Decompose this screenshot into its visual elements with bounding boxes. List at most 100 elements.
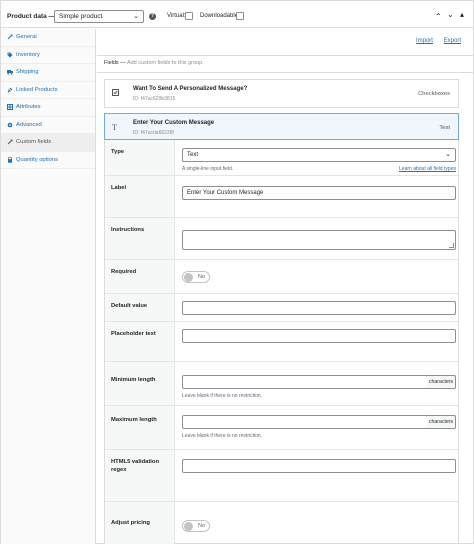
chevron-down-icon: ⌄ <box>133 13 139 20</box>
virtual-label: Virtual: <box>167 13 186 19</box>
type-help: A single-line input field. <box>182 166 234 172</box>
sidebar-item-label: Quantity options <box>16 156 58 163</box>
setting-row-label: Label Enter Your Custom Message <box>105 176 458 218</box>
truck-icon <box>7 69 13 75</box>
sidebar-item-label: Linked Products <box>16 86 58 93</box>
toggle-knob <box>184 273 193 282</box>
default-value-input[interactable] <box>182 301 456 315</box>
required-toggle-label: No <box>198 274 206 280</box>
tag-icon <box>7 52 13 58</box>
maximum-length-help: Leave blank if there is no restriction. <box>182 433 263 439</box>
field-settings: Type Text ⌄ A single-line input field. L… <box>104 140 459 544</box>
type-select[interactable]: Text ⌄ <box>182 148 456 162</box>
instructions-textarea[interactable] <box>182 230 456 250</box>
field-card-type: Text <box>439 125 450 131</box>
virtual-checkbox[interactable] <box>185 12 193 20</box>
minimum-length-help: Leave blank if there is no restriction. <box>182 393 263 399</box>
field-card-title: Want To Send A Personalized Message? <box>133 86 248 92</box>
custom-fields-panel: Import Export Fields — Add custom fields… <box>97 29 473 544</box>
link-icon <box>7 87 13 93</box>
placeholder-label: Placeholder text <box>105 322 175 361</box>
minimum-length-input[interactable] <box>182 375 428 389</box>
type-label: Type <box>105 140 175 175</box>
fields-label: Fields — <box>104 60 126 66</box>
required-toggle[interactable]: No <box>182 271 210 283</box>
setting-row-instructions: Instructions <box>105 218 458 260</box>
gear-icon <box>7 122 13 128</box>
validation-regex-label: HTML5 validation regex <box>105 450 175 501</box>
adjust-pricing-toggle[interactable]: No <box>182 520 210 532</box>
sidebar-item-custom-fields[interactable]: Custom fields <box>1 134 95 152</box>
adjust-pricing-label: Adjust pricing <box>105 502 175 544</box>
checkbox-icon <box>112 89 119 98</box>
downloadable-label: Downloadable: <box>200 13 240 19</box>
sidebar-item-inventory[interactable]: Inventory <box>1 47 95 64</box>
product-data-header: Product data — Simple product ⌄ ? Virtua… <box>1 5 473 28</box>
sidebar-item-advanced[interactable]: Advanced <box>1 117 95 134</box>
setting-row-maximum-length: Maximum length characters Leave blank if… <box>105 406 458 450</box>
sidebar-item-label: Advanced <box>16 121 42 128</box>
placeholder-input[interactable] <box>182 329 456 343</box>
fields-header: Fields — Add custom fields to this group… <box>97 55 473 73</box>
collapse-icon[interactable]: ▴ <box>460 10 464 19</box>
move-up-icon[interactable]: ⌃ <box>435 12 442 21</box>
fields-hint: Add custom fields to this group. <box>126 60 204 66</box>
sidebar-item-linked-products[interactable]: Linked Products <box>1 82 95 99</box>
maximum-length-label: Maximum length <box>105 406 175 449</box>
table-icon <box>7 104 13 111</box>
adjust-pricing-toggle-label: No <box>198 523 206 529</box>
field-types-link[interactable]: Learn about all field types <box>399 166 456 172</box>
label-input[interactable]: Enter Your Custom Message <box>182 186 456 200</box>
sidebar-item-quantity-options[interactable]: Quantity options <box>1 152 95 169</box>
product-type-select[interactable]: Simple product ⌄ <box>54 10 144 23</box>
default-value-label: Default value <box>105 294 175 321</box>
required-label: Required <box>105 260 175 293</box>
sidebar-item-label: Inventory <box>16 51 40 58</box>
sidebar-item-label: General <box>16 34 37 41</box>
help-icon[interactable]: ? <box>149 13 156 20</box>
product-data-panel: Product data — Simple product ⌄ ? Virtua… <box>0 0 474 544</box>
instructions-label: Instructions <box>105 218 175 259</box>
validation-regex-input[interactable] <box>182 459 456 473</box>
sidebar-item-shipping[interactable]: Shipping <box>1 64 95 82</box>
setting-row-validation-regex: HTML5 validation regex <box>105 450 458 502</box>
field-card-personalized-message[interactable]: Want To Send A Personalized Message? ID:… <box>104 79 459 108</box>
downloadable-checkbox[interactable] <box>236 12 244 20</box>
setting-row-minimum-length: Minimum length characters Leave blank if… <box>105 362 458 406</box>
calculator-icon <box>7 157 13 163</box>
field-card-custom-message[interactable]: T Enter Your Custom Message ID: f47acda6… <box>104 113 459 140</box>
setting-row-type: Type Text ⌄ A single-line input field. L… <box>105 140 458 176</box>
field-card-id: ID: f47acda66238f <box>133 130 174 136</box>
move-down-icon[interactable]: ⌄ <box>447 10 454 19</box>
export-link[interactable]: Export <box>444 38 461 44</box>
product-data-tabs: General Inventory Shipping Linked Produc… <box>1 29 96 544</box>
text-icon: T <box>112 123 117 132</box>
field-card-type: Checkboxes <box>418 91 450 97</box>
minimum-length-suffix: characters <box>427 375 456 389</box>
setting-row-default-value: Default value <box>105 294 458 322</box>
toggle-knob <box>184 522 193 531</box>
field-card-id: ID: f47ac629b3815 <box>133 96 176 102</box>
chevron-down-icon: ⌄ <box>445 151 451 158</box>
setting-row-required: Required No <box>105 260 458 294</box>
sidebar-item-attributes[interactable]: Attributes <box>1 99 95 117</box>
label-label: Label <box>105 176 175 217</box>
minimum-length-label: Minimum length <box>105 362 175 405</box>
field-card-title: Enter Your Custom Message <box>133 120 215 126</box>
sidebar-item-label: Custom fields <box>16 139 52 146</box>
import-export-links: Import Export <box>407 38 461 44</box>
setting-row-placeholder: Placeholder text <box>105 322 458 362</box>
type-select-value: Text <box>187 152 199 158</box>
sidebar-item-label: Attributes <box>16 104 41 111</box>
panel-title: Product data — <box>7 13 56 20</box>
resize-handle-icon[interactable] <box>449 243 454 248</box>
maximum-length-input[interactable] <box>182 415 428 429</box>
import-link[interactable]: Import <box>416 38 433 44</box>
wrench-icon <box>7 139 13 145</box>
wrench-icon <box>7 34 13 40</box>
sidebar-item-label: Shipping <box>16 69 39 76</box>
setting-row-adjust-pricing: Adjust pricing No <box>105 502 458 544</box>
sidebar-item-general[interactable]: General <box>1 29 95 47</box>
maximum-length-suffix: characters <box>427 415 456 429</box>
product-type-value: Simple product <box>59 13 103 20</box>
